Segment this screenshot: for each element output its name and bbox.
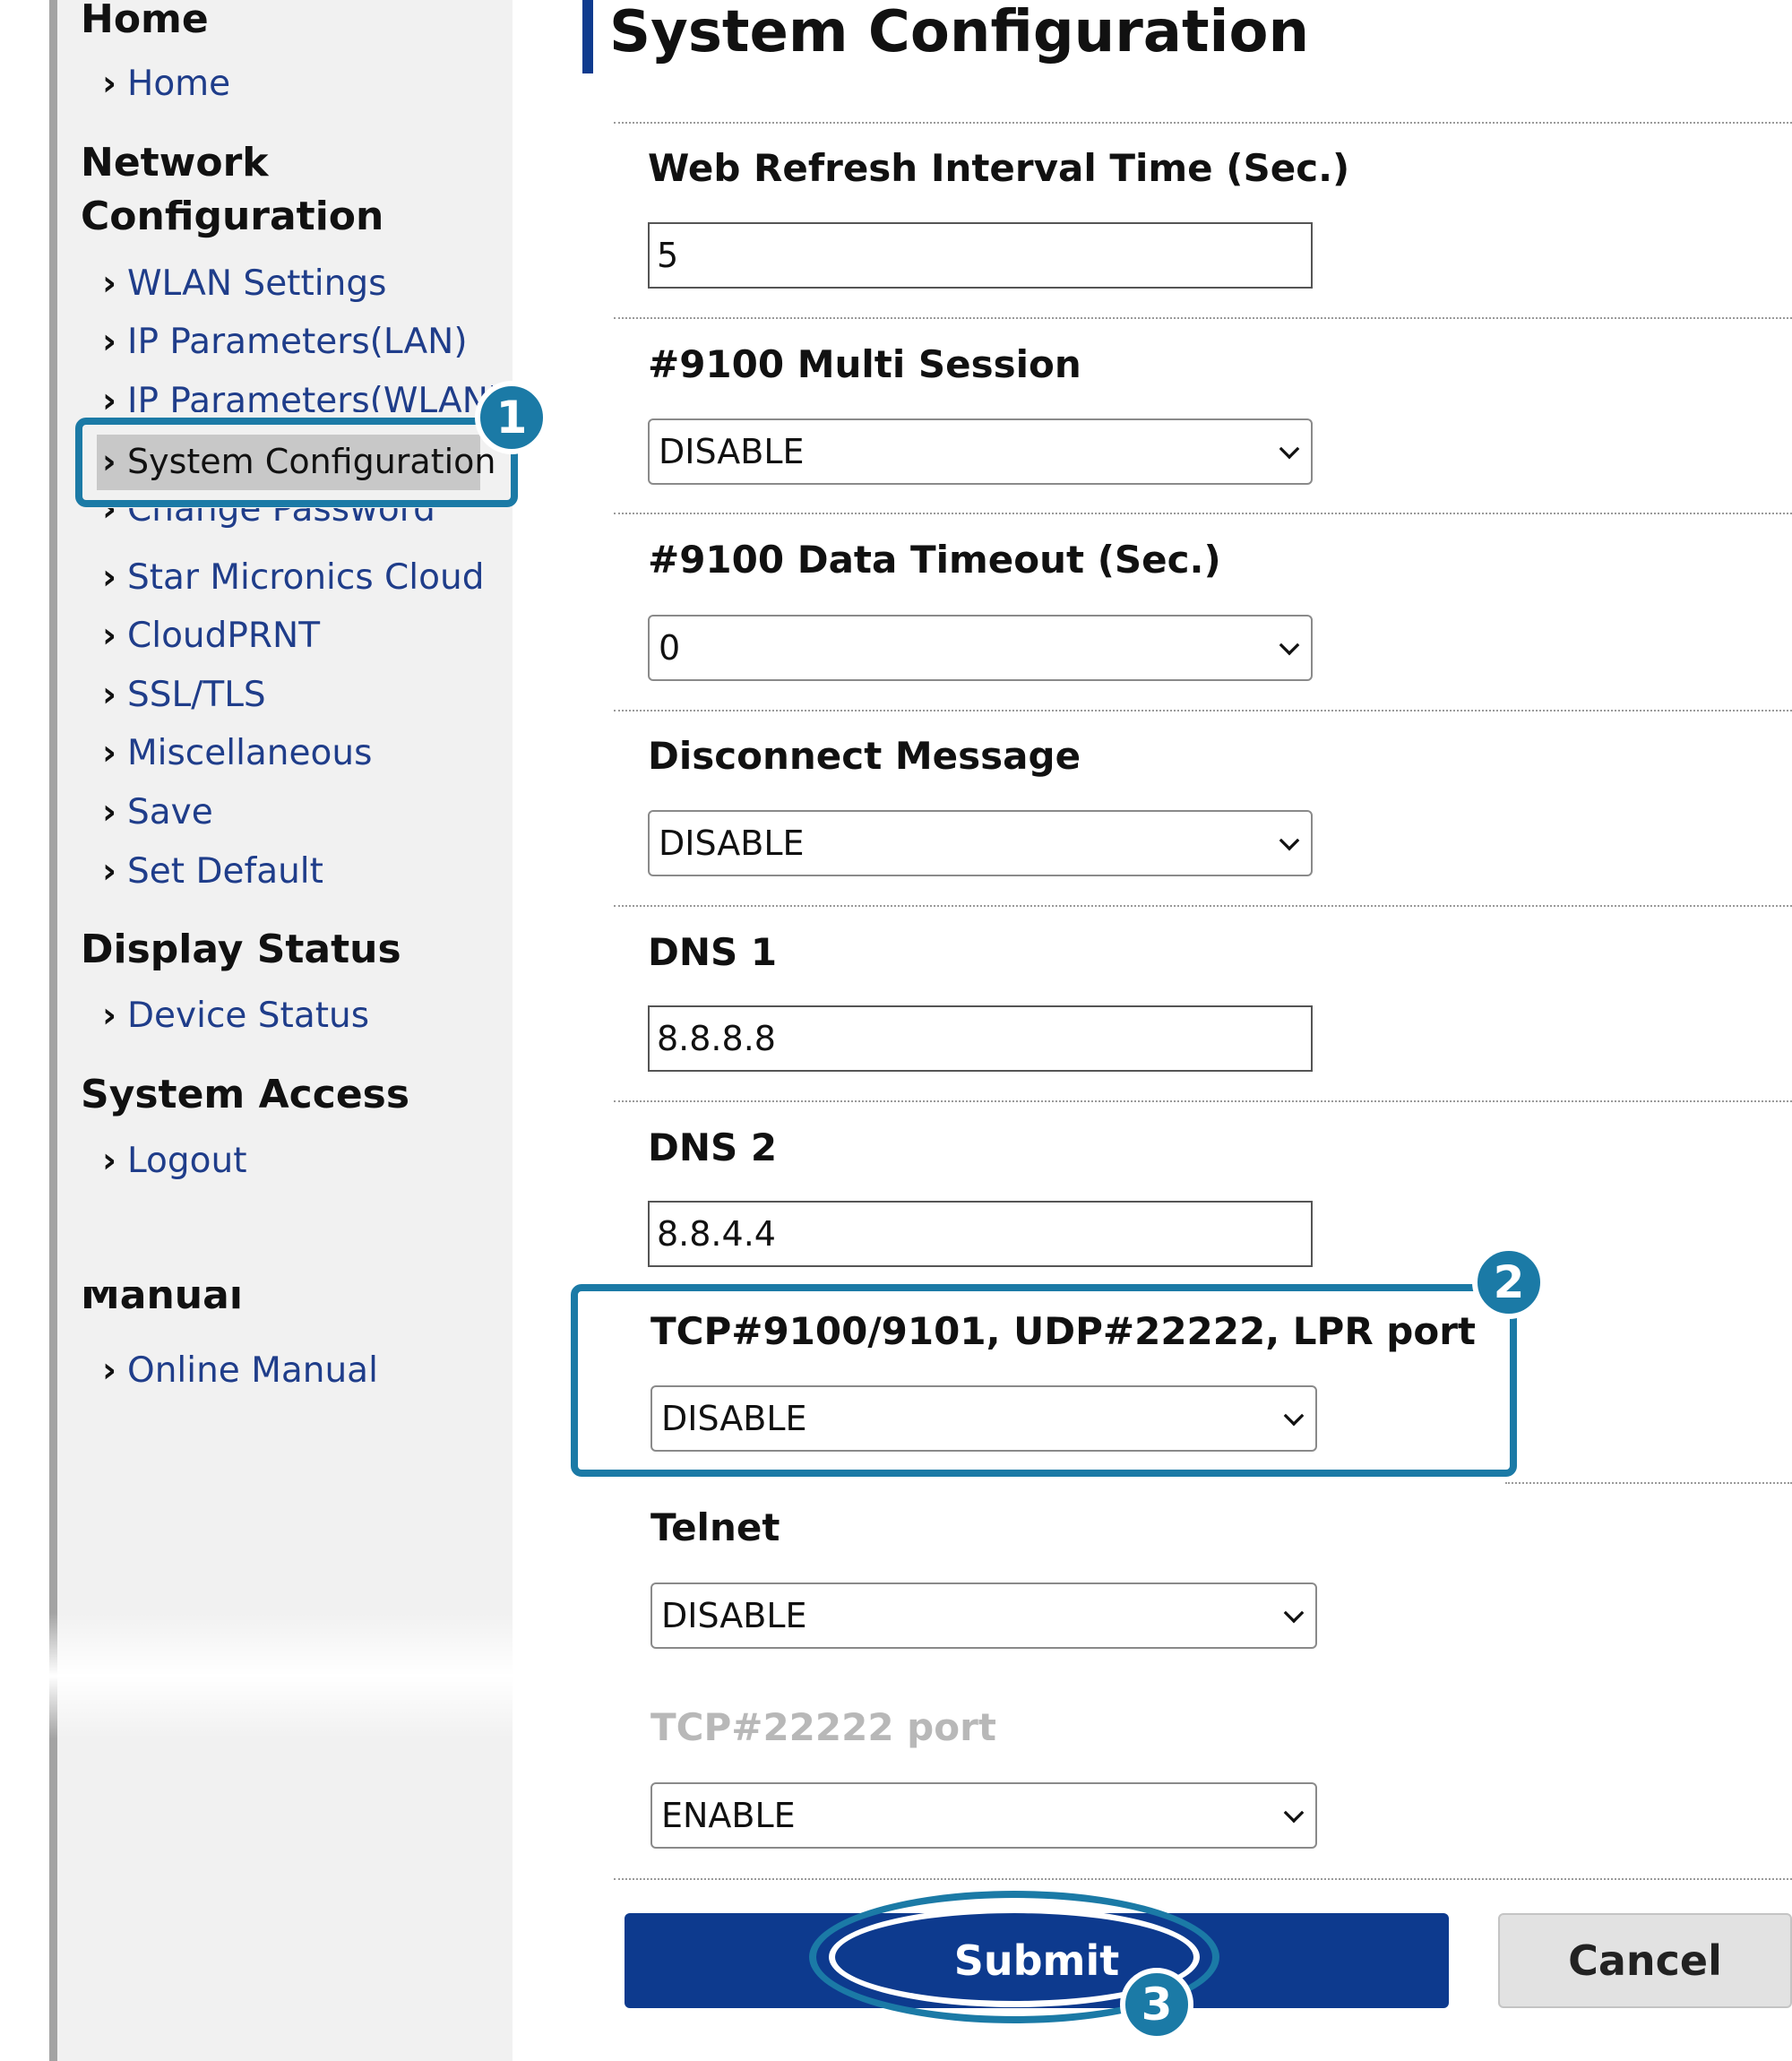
tcp22222-select[interactable]: ENABLE [650,1782,1317,1849]
sidebar-item-label: Miscellaneous [127,733,373,773]
chevron-right-icon: › [102,733,117,773]
disconnect-message-select[interactable]: DISABLE [648,810,1313,876]
page-title: System Configuration [609,0,1309,65]
sidebar-item-label: SSL/TLS [127,675,266,715]
highlight-box-1 [75,418,518,507]
chevron-right-icon: › [102,851,117,892]
select-value: DISABLE [659,432,805,471]
separator [614,1878,1792,1880]
label-dns1: DNS 1 [648,930,778,974]
multi-session-select[interactable]: DISABLE [648,418,1313,485]
sidebar-fade [49,1613,513,1738]
label-disconnect-message: Disconnect Message [648,734,1081,778]
select-value: DISABLE [659,824,805,863]
web-refresh-input[interactable]: 5 [648,222,1313,289]
select-value: DISABLE [661,1596,807,1635]
sidebar-item-label: Change Password [127,508,435,530]
sidebar-item-home[interactable]: › Home [102,59,230,109]
sidebar-item-miscellaneous[interactable]: › Miscellaneous [102,729,372,779]
dns2-input[interactable]: 8.8.4.4 [648,1201,1313,1267]
select-value: ENABLE [661,1796,796,1835]
sidebar-item-label: Save [127,792,213,832]
title-accent-bar [582,0,593,73]
chevron-right-icon: › [102,64,117,104]
chevron-right-icon: › [102,792,117,832]
chevron-down-icon [1279,438,1300,460]
sidebar-item-label: Device Status [127,996,370,1036]
highlight-box-2 [571,1284,1517,1477]
select-value: 0 [659,628,681,668]
section-title-manual-clip: Manual [81,1287,475,1326]
telnet-select[interactable]: DISABLE [650,1582,1317,1649]
sidebar-item-wlan-settings[interactable]: › WLAN Settings [102,259,386,309]
sidebar-item-ip-lan[interactable]: › IP Parameters(LAN) [102,317,468,367]
sidebar-item-label: Star Micronics Cloud [127,557,485,598]
data-timeout-select[interactable]: 0 [648,615,1313,681]
chevron-right-icon: › [102,322,117,362]
chevron-right-icon: › [102,1350,117,1391]
label-data-timeout: #9100 Data Timeout (Sec.) [648,538,1221,582]
section-title-network-2: Configuration [81,194,384,239]
section-title-display-status: Display Status [81,927,401,972]
label-dns2: DNS 2 [648,1125,778,1169]
chevron-down-icon [1283,1602,1305,1624]
step-badge-1: 1 [475,381,548,454]
sidebar-item-device-status[interactable]: › Device Status [102,991,369,1041]
sidebar-item-set-default[interactable]: › Set Default [102,847,323,897]
sidebar-item-label: Online Manual [127,1350,378,1391]
left-edge [0,0,49,2061]
sidebar-item-star-micronics-cloud[interactable]: › Star Micronics Cloud [102,553,484,603]
chevron-right-icon: › [102,381,117,412]
sidebar-item-change-password[interactable]: › Change Password [102,508,435,535]
sidebar-item-ip-wlan[interactable]: › IP Parameters(WLAN) [102,376,493,412]
sidebar-item-label: Set Default [127,851,323,892]
dns1-input[interactable]: 8.8.8.8 [648,1005,1313,1072]
separator [1505,1482,1792,1484]
page: Home › Home Network Configuration › WLAN S… [0,0,1792,2061]
label-tcp22222: TCP#22222 port [650,1705,996,1749]
sidebar-item-label: WLAN Settings [127,263,387,304]
chevron-right-icon: › [102,508,117,530]
section-title-network-1: Network [81,140,269,185]
label-multi-session: #9100 Multi Session [648,342,1081,386]
left-accent-bar [49,0,57,2061]
sidebar-item-label: IP Parameters(WLAN) [127,381,493,412]
chevron-right-icon: › [102,675,117,715]
sidebar-item-label: Home [127,64,231,104]
sidebar-item-label: Logout [127,1141,247,1181]
sidebar-item-change-password-clip: › Change Password [99,508,493,535]
chevron-right-icon: › [102,996,117,1036]
separator [614,513,1792,514]
cancel-button[interactable]: Cancel [1498,1913,1792,2008]
step-badge-2: 2 [1472,1246,1546,1319]
step-badge-3: 3 [1120,1968,1193,2041]
chevron-down-icon [1279,634,1300,656]
label-web-refresh: Web Refresh Interval Time (Sec.) [648,146,1350,190]
sidebar-item-ip-wlan-clip: › IP Parameters(WLAN) [99,376,493,412]
section-title-system-access: System Access [81,1072,410,1117]
separator [614,122,1792,124]
chevron-down-icon [1283,1802,1305,1824]
sidebar-item-ssl-tls[interactable]: › SSL/TLS [102,670,266,720]
separator [614,710,1792,711]
separator [614,317,1792,319]
chevron-down-icon [1279,830,1300,851]
section-title-home: Home [81,0,209,42]
section-title-manual: Manual [81,1287,243,1318]
chevron-right-icon: › [102,557,117,598]
separator [614,905,1792,907]
separator [614,1100,1792,1102]
chevron-right-icon: › [102,616,117,656]
sidebar-item-label: CloudPRNT [127,616,321,656]
sidebar-item-logout[interactable]: › Logout [102,1136,247,1186]
sidebar-item-online-manual[interactable]: › Online Manual [102,1346,378,1396]
sidebar-item-label: IP Parameters(LAN) [127,322,468,362]
sidebar-item-cloudprnt[interactable]: › CloudPRNT [102,611,320,661]
chevron-right-icon: › [102,263,117,304]
chevron-right-icon: › [102,1141,117,1181]
label-telnet: Telnet [650,1505,780,1549]
sidebar-item-save[interactable]: › Save [102,788,213,838]
